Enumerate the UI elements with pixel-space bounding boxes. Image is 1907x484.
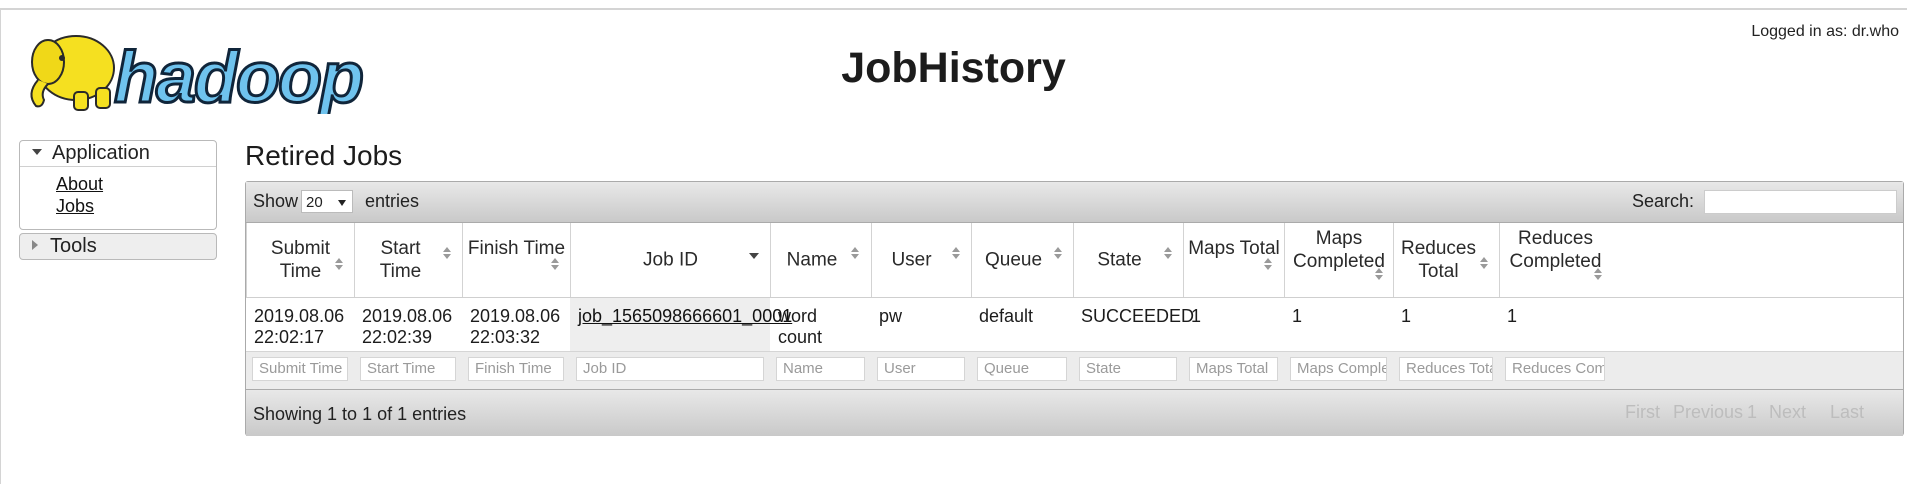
nav-link-about[interactable]: About [56, 173, 216, 195]
sort-icon [1480, 257, 1489, 270]
col-header-label: Start Time [379, 238, 422, 282]
entries-label: entries [365, 191, 420, 211]
nav-application-label: Application [52, 142, 150, 164]
cell-state: SUCCEEDED [1081, 306, 1195, 326]
filter-input-job-id[interactable]: Job ID [576, 357, 764, 381]
filter-input-submit-time[interactable]: Submit Time [252, 357, 348, 381]
col-header-user[interactable]: User [871, 223, 971, 297]
col-header-label: Maps Completed [1293, 228, 1385, 272]
sort-icon [1375, 268, 1384, 281]
col-header-job-id[interactable]: Job ID [570, 223, 770, 297]
filter-input-user[interactable]: User [877, 357, 965, 381]
filter-input-start-time[interactable]: Start Time [360, 357, 456, 381]
nav-application-header[interactable]: Application [20, 141, 216, 167]
page-length-select[interactable]: 20 [301, 190, 353, 213]
cell-date: 2019.08.06 [470, 306, 561, 326]
cell-submit-time: 2019.08.06 22:02:17 CST [246, 298, 354, 368]
cell-maps-completed: 1 [1292, 306, 1303, 326]
col-header-label: Finish Time [467, 238, 566, 259]
filter-input-maps-completed[interactable]: Maps Complete [1290, 357, 1387, 381]
filter-input-reduces-completed[interactable]: Reduces Comp [1505, 357, 1605, 381]
col-header-maps-total[interactable]: Maps Total [1183, 223, 1284, 297]
nav-tools-label: Tools [50, 235, 97, 257]
sort-icon [1054, 247, 1063, 260]
cell-maps-total: 1 [1191, 306, 1202, 326]
sort-icon [1164, 247, 1173, 260]
search-input[interactable] [1704, 190, 1897, 214]
table-info: Showing 1 to 1 of 1 entries [253, 404, 467, 424]
logged-in-user: Logged in as: dr.who [1751, 23, 1899, 40]
filter-input-reduces-total[interactable]: Reduces Total [1399, 357, 1493, 381]
filter-input-state[interactable]: State [1079, 357, 1177, 381]
nav-tools[interactable]: Tools [19, 233, 217, 260]
page-length-value: 20 [306, 194, 323, 211]
jobs-table-wrapper: Show 20 entries Search: Submit Time Star… [245, 181, 1904, 436]
sort-icon [1264, 258, 1273, 271]
cell-job-id: job_1565098666601_0001 [570, 298, 792, 351]
col-header-label: Maps Total [1188, 238, 1280, 259]
search-label: Search: [1632, 191, 1695, 211]
filter-input-name[interactable]: Name [776, 357, 865, 381]
table-footer: Showing 1 to 1 of 1 entries First Previo… [246, 389, 1903, 436]
col-header-reduces-completed[interactable]: Reduces Completed [1499, 223, 1611, 297]
top-border [0, 8, 1907, 10]
col-header-reduces-total[interactable]: Reduces Total [1393, 223, 1499, 297]
nav-application: Application About Jobs [19, 140, 217, 230]
job-id-link[interactable]: job_1565098666601_0001 [578, 306, 792, 326]
col-header-label: Job ID [643, 249, 698, 271]
pagination-previous[interactable]: Previous [1673, 402, 1743, 423]
pagination-next[interactable]: Next [1769, 402, 1806, 423]
cell-start-time: 2019.08.06 22:02:39 CST [354, 298, 462, 368]
pagination-last[interactable]: Last [1830, 402, 1864, 423]
cell-date: 2019.08.06 [254, 306, 345, 326]
sort-icon [1594, 268, 1603, 281]
triangle-right-icon [32, 239, 38, 250]
sort-icon [851, 247, 860, 260]
cell-reduces-completed: 1 [1507, 306, 1518, 326]
nav-tools-header[interactable]: Tools [20, 234, 216, 259]
pagination-page-1[interactable]: 1 [1747, 402, 1757, 423]
section-title: Retired Jobs [245, 140, 403, 171]
col-header-label: Reduces Completed [1509, 228, 1602, 272]
triangle-down-icon [32, 148, 42, 155]
col-header-finish-time[interactable]: Finish Time [462, 223, 570, 297]
col-header-maps-completed[interactable]: Maps Completed [1284, 223, 1393, 297]
cell-finish-time: 2019.08.06 22:03:32 CST [462, 298, 570, 368]
pagination-first[interactable]: First [1625, 402, 1660, 423]
show-label: Show [253, 191, 299, 211]
col-header-queue[interactable]: Queue [971, 223, 1073, 297]
col-header-start-time[interactable]: Start Time [354, 223, 462, 297]
page-title: JobHistory [841, 44, 1066, 92]
dropdown-arrow-icon [338, 200, 346, 206]
filter-input-maps-total[interactable]: Maps Total [1189, 357, 1278, 381]
filter-input-finish-time[interactable]: Finish Time [468, 357, 564, 381]
cell-reduces-total: 1 [1401, 306, 1412, 326]
cell-date: 2019.08.06 [362, 306, 453, 326]
sort-icon [952, 247, 961, 260]
filter-input-queue[interactable]: Queue [977, 357, 1067, 381]
cell-user: pw [879, 306, 903, 326]
sort-icon [335, 258, 344, 271]
col-header-name[interactable]: Name [770, 223, 871, 297]
cell-queue: default [979, 306, 1034, 326]
table-toolbar: Show 20 entries Search: [246, 182, 1903, 223]
sort-desc-icon [749, 249, 759, 262]
col-header-state[interactable]: State [1073, 223, 1183, 297]
cell-name: word count [778, 306, 823, 347]
sort-icon [551, 258, 560, 271]
col-header-submit-time[interactable]: Submit Time [246, 223, 354, 297]
nav-link-jobs[interactable]: Jobs [56, 195, 216, 217]
sort-icon [443, 247, 452, 260]
